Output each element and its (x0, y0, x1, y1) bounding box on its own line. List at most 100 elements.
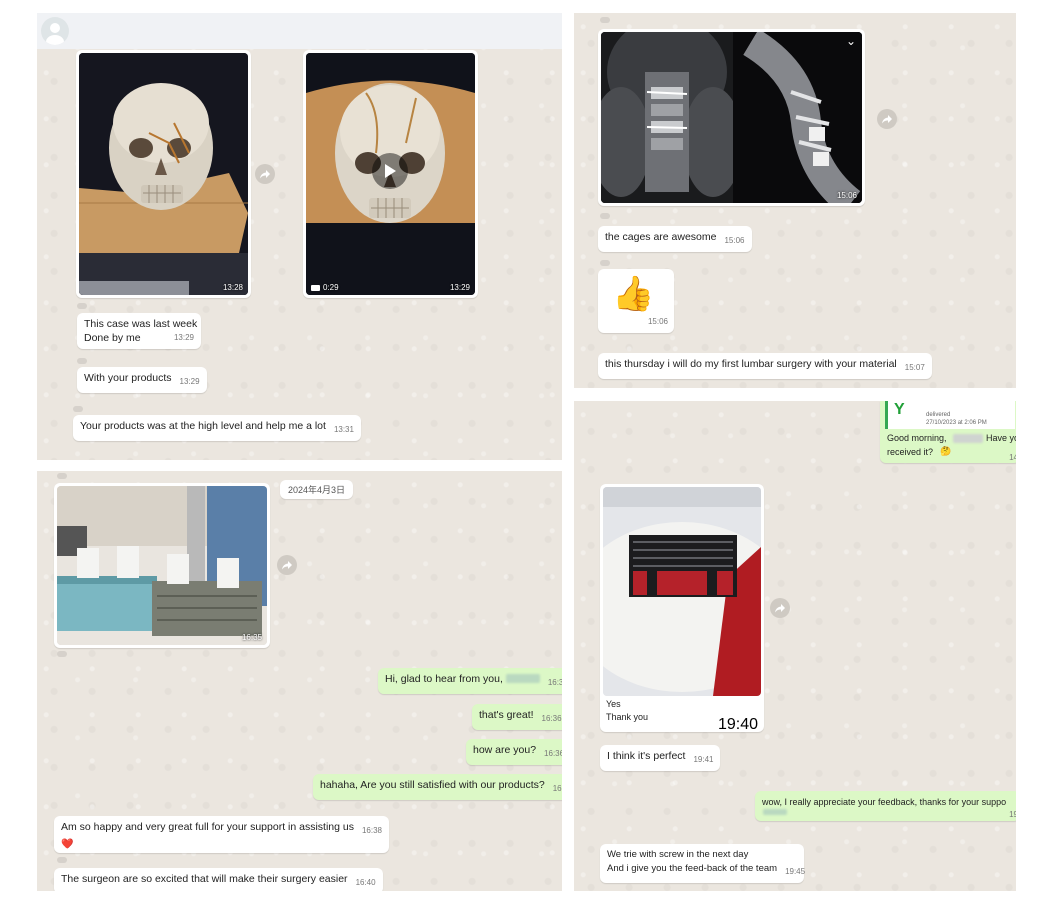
message-tail (600, 17, 610, 23)
message-text: We trie with screw in the next day (607, 849, 749, 860)
message-text: wow, I really appreciate your feedback, … (762, 797, 1007, 807)
incoming-message[interactable]: the cages are awesome 15:06 (598, 226, 752, 252)
message-timestamp: 16:36 (547, 678, 562, 687)
chat-panel-3: 16:35 2024年4月3日 Hi, glad to hear from yo… (37, 471, 562, 891)
message-text: Am so happy and very great full for your… (61, 821, 354, 833)
message-timestamp: 19 (1009, 810, 1016, 819)
incoming-message[interactable]: The surgeon are so excited that will mak… (54, 868, 383, 891)
message-tail (600, 213, 610, 219)
incoming-message[interactable]: this thursday i will do my first lumbar … (598, 353, 932, 379)
forward-icon[interactable] (255, 164, 275, 184)
message-timestamp: 19:41 (693, 755, 714, 764)
heart-icon: ❤️ (61, 839, 74, 850)
play-icon[interactable] (372, 153, 408, 189)
outgoing-message[interactable]: Hi, glad to hear from you, 16:36✓✓ (378, 668, 562, 694)
message-timestamp: 15:07 (904, 363, 925, 372)
redacted-name (953, 434, 983, 443)
chat-panel-1: 13:28 0:29 13:29 This case was last week… (37, 13, 562, 460)
xray-image-message[interactable]: ⌄ 15:06 (598, 29, 865, 206)
message-timestamp: 13:29 (173, 333, 194, 342)
message-tail (77, 303, 87, 309)
message-tail (73, 406, 83, 412)
photo-message[interactable]: Yes Thank you 19:40 (600, 484, 764, 733)
message-text: Have you (986, 433, 1016, 443)
message-text: The surgeon are so excited that will mak… (61, 873, 348, 885)
chat-panel-4: Y delivered 27/10/2023 at 2:06 PM Good m… (574, 401, 1016, 891)
message-text: received it? (887, 447, 934, 457)
outgoing-message-with-reply[interactable]: Y delivered 27/10/2023 at 2:06 PM Good m… (880, 401, 1016, 463)
message-tail (77, 358, 87, 364)
photo-caption: Thank you (606, 712, 649, 722)
quoted-reply: Y delivered 27/10/2023 at 2:06 PM (885, 401, 1015, 429)
message-text: that's great! (479, 709, 534, 721)
chat-header-bar (37, 13, 562, 49)
incoming-emoji-message[interactable]: 👍 15:06 (598, 269, 674, 333)
incoming-message[interactable]: We trie with screw in the next day And i… (600, 844, 806, 883)
message-tail (57, 857, 67, 863)
message-text: I think it's perfect (607, 750, 686, 762)
message-text: how are you? (473, 744, 537, 756)
photo-caption: Yes (606, 699, 621, 709)
skull-3d-reconstruction-video: 0:29 13:29 (306, 53, 475, 295)
outgoing-message[interactable]: hahaha, Are you still satisfied with our… (313, 774, 562, 800)
message-timestamp: 16:36 (544, 749, 562, 758)
date-separator: 2024年4月3日 (280, 480, 354, 499)
avatar-icon[interactable] (41, 17, 69, 45)
delivery-date: 27/10/2023 at 2:06 PM (926, 420, 987, 426)
message-text: Your products was at the high level and … (80, 420, 326, 432)
redacted-content (763, 809, 787, 815)
chat-panel-2: ⌄ 15:06 the cages are awesome 15:06 👍 15:… (574, 13, 1016, 388)
image-timestamp: 16:35 (241, 633, 262, 642)
photo-message[interactable]: 16:35 (54, 483, 270, 648)
message-timestamp: 19:45 (785, 867, 806, 876)
message-tail (57, 651, 67, 657)
forward-icon[interactable] (277, 555, 297, 575)
message-text: Done by me (84, 332, 141, 344)
chevron-down-icon[interactable]: ⌄ (846, 34, 856, 48)
message-text: With your products (84, 372, 172, 384)
video-message-1[interactable]: 13:28 (76, 50, 251, 298)
product-boxes-photo: 16:35 (57, 486, 267, 645)
video-timestamp: 13:29 (449, 283, 470, 292)
skull-ct-scan-image-1: 13:28 (79, 53, 248, 295)
video-message-2[interactable]: 0:29 13:29 (303, 50, 478, 298)
redacted-name (505, 674, 540, 683)
video-timestamp: 13:28 (222, 283, 243, 292)
thinking-emoji-icon: 🤔 (940, 446, 952, 456)
video-duration: 0:29 (323, 283, 339, 292)
message-timestamp: 15:06 (724, 236, 745, 245)
message-tail (57, 473, 67, 479)
message-timestamp: 16:37 (552, 784, 562, 793)
incoming-message[interactable]: With your products 13:29 (77, 367, 207, 393)
message-timestamp: 16:40 (355, 878, 376, 887)
message-timestamp: 15:06 (647, 317, 668, 326)
message-timestamp: 16:38 (361, 826, 383, 835)
incoming-message[interactable]: Your products was at the high level and … (73, 415, 361, 441)
message-text: Good morning, (887, 433, 947, 443)
message-text: the cages are awesome (605, 231, 717, 243)
logo-icon: Y (894, 401, 905, 418)
message-tail (600, 260, 610, 266)
message-timestamp: 16:36 (541, 714, 562, 723)
instrument-case-photo (603, 487, 761, 696)
image-timestamp: 15:06 (836, 191, 857, 200)
message-text: hahaha, Are you still satisfied with our… (320, 779, 545, 791)
outgoing-message[interactable]: wow, I really appreciate your feedback, … (755, 791, 1016, 821)
incoming-message[interactable]: I think it's perfect 19:41 (600, 745, 721, 771)
incoming-message[interactable]: This case was last week Done by me 13:29 (77, 313, 201, 349)
forward-icon[interactable] (877, 109, 897, 129)
thumbs-up-icon: 👍 (612, 275, 655, 313)
message-text: this thursday i will do my first lumbar … (605, 358, 897, 370)
message-text: Hi, glad to hear from you, (385, 673, 503, 685)
outgoing-message[interactable]: how are you?16:36✓✓ (466, 739, 562, 765)
incoming-message[interactable]: Am so happy and very great full for your… (54, 816, 390, 853)
message-text: And i give you the feed-back of the team (607, 863, 778, 874)
message-timestamp: 14 (1009, 453, 1016, 462)
video-camera-icon (311, 285, 320, 291)
message-timestamp: 19:40 (717, 716, 758, 733)
spine-xray-image: ⌄ 15:06 (601, 32, 862, 203)
message-text: This case was last week (84, 318, 198, 330)
forward-icon[interactable] (770, 598, 790, 618)
outgoing-message[interactable]: that's great!16:36✓✓ (472, 704, 562, 730)
message-timestamp: 13:31 (333, 425, 354, 434)
